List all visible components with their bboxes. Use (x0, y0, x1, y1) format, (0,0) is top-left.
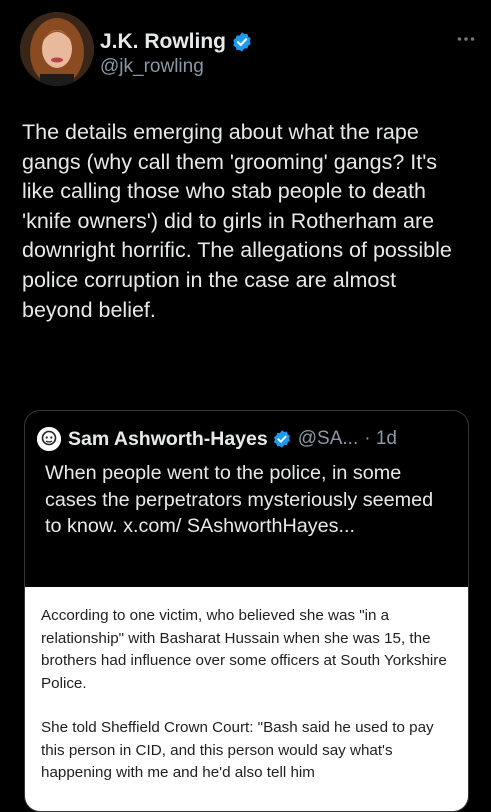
quoted-verified-badge-icon (273, 430, 290, 448)
quoted-timestamp[interactable]: · 1d (364, 428, 397, 450)
quoted-author-name[interactable]: Sam Ashworth-Hayes (68, 428, 268, 451)
more-options-icon[interactable] (457, 26, 475, 47)
tweet-text: The details emerging about what the rape… (22, 120, 452, 322)
quoted-tweet-text: When people went to the police, in some … (45, 462, 434, 537)
quoted-avatar-icon (37, 427, 61, 451)
tweet-header: J.K. Rowling @jk_rowling (20, 12, 475, 90)
author-avatar[interactable] (20, 12, 94, 86)
verified-badge-icon (233, 32, 251, 52)
author-name[interactable]: J.K. Rowling (100, 30, 226, 54)
article-paragraph: According to one victim, who believed sh… (41, 607, 447, 692)
article-paragraph: She told Sheffield Crown Court: "Bash sa… (41, 719, 434, 782)
quoted-avatar[interactable] (37, 427, 61, 451)
quoted-tweet[interactable]: Sam Ashworth-Hayes @SA... · 1d When peop… (24, 410, 469, 812)
author-handle[interactable]: @jk_rowling (100, 56, 204, 78)
avatar-portrait (20, 12, 94, 86)
quoted-article-image[interactable]: According to one victim, who believed sh… (25, 587, 468, 811)
quoted-author-handle[interactable]: @SA... (298, 428, 358, 450)
